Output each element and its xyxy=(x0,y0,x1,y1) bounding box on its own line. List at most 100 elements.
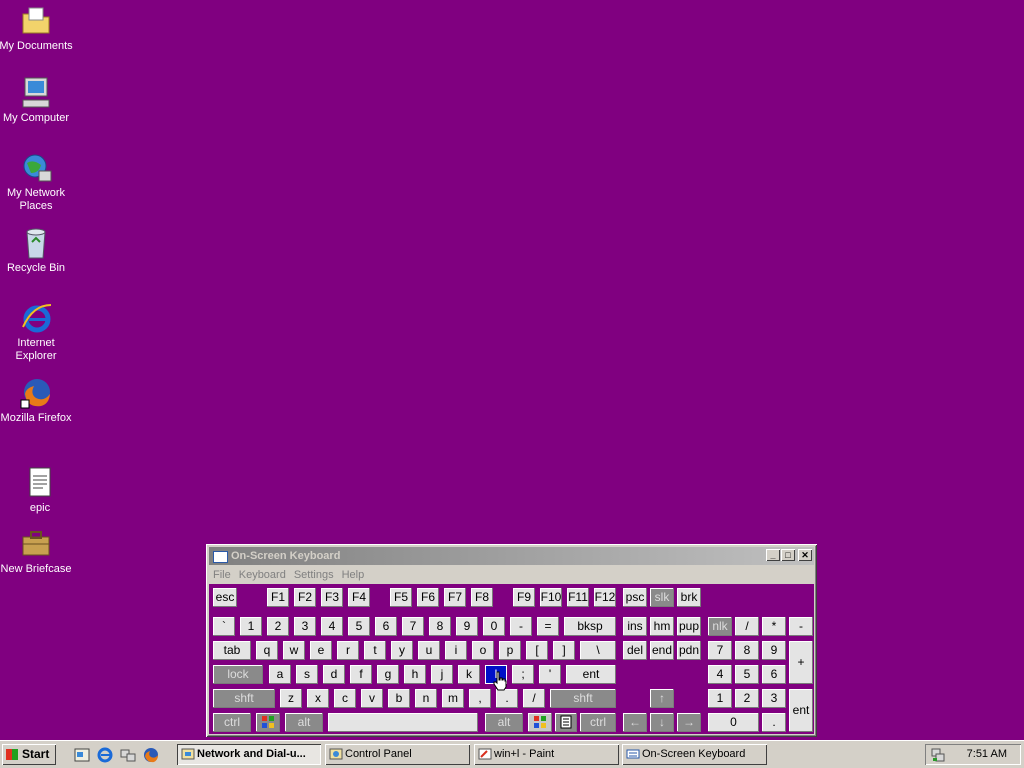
key-o[interactable]: o xyxy=(472,641,494,660)
key-8[interactable]: 8 xyxy=(429,617,451,636)
key-9[interactable]: 9 xyxy=(456,617,478,636)
key-num-4[interactable]: 4 xyxy=(708,665,732,684)
key-4[interactable]: 4 xyxy=(321,617,343,636)
taskbar-button-control-panel[interactable]: Control Panel xyxy=(325,744,470,765)
key-f11[interactable]: F11 xyxy=(567,588,589,607)
key-backslash[interactable]: \ xyxy=(580,641,616,660)
key-enter[interactable]: ent xyxy=(566,665,616,684)
window-titlebar[interactable]: On-Screen Keyboard _ □ ✕ xyxy=(209,547,814,565)
key-num-add[interactable]: + xyxy=(789,641,813,684)
key-u[interactable]: u xyxy=(418,641,440,660)
key-num-8[interactable]: 8 xyxy=(735,641,759,660)
key-m[interactable]: m xyxy=(442,689,464,708)
menu-file[interactable]: File xyxy=(209,566,235,584)
key-num-6[interactable]: 6 xyxy=(762,665,786,684)
close-button[interactable]: ✕ xyxy=(798,549,812,561)
key-backtick[interactable]: ` xyxy=(213,617,235,636)
key-brk[interactable]: brk xyxy=(677,588,701,607)
key-1[interactable]: 1 xyxy=(240,617,262,636)
key-num-9[interactable]: 9 xyxy=(762,641,786,660)
key-e[interactable]: e xyxy=(310,641,332,660)
key-w[interactable]: w xyxy=(283,641,305,660)
key-windows[interactable] xyxy=(256,713,280,732)
key-s[interactable]: s xyxy=(296,665,318,684)
key-esc[interactable]: esc xyxy=(213,588,237,607)
key-f3[interactable]: F3 xyxy=(321,588,343,607)
key-b[interactable]: b xyxy=(388,689,410,708)
key-open-bracket[interactable]: [ xyxy=(526,641,548,660)
key-0[interactable]: 0 xyxy=(483,617,505,636)
key-y[interactable]: y xyxy=(391,641,413,660)
key-caps-lock[interactable]: lock xyxy=(213,665,263,684)
key-j[interactable]: j xyxy=(431,665,453,684)
key-g[interactable]: g xyxy=(377,665,399,684)
start-button[interactable]: Start xyxy=(2,744,56,765)
show-desktop-icon[interactable] xyxy=(74,747,90,763)
key-num-7[interactable]: 7 xyxy=(708,641,732,660)
ie-quicklaunch-icon[interactable] xyxy=(97,747,113,763)
key-comma[interactable]: , xyxy=(469,689,491,708)
key-right-arrow[interactable]: → xyxy=(677,713,701,732)
key-num-subtract[interactable]: - xyxy=(789,617,813,636)
key-equals[interactable]: = xyxy=(537,617,559,636)
key-f9[interactable]: F9 xyxy=(513,588,535,607)
key-left-arrow[interactable]: ← xyxy=(623,713,647,732)
key-end[interactable]: end xyxy=(650,641,674,660)
key-c[interactable]: c xyxy=(334,689,356,708)
desktop-icon-internet-explorer[interactable]: Internet Explorer xyxy=(0,301,74,363)
key-bksp[interactable]: bksp xyxy=(564,617,616,636)
key-num-2[interactable]: 2 xyxy=(735,689,759,708)
key-tab[interactable]: tab xyxy=(213,641,251,660)
key-f1[interactable]: F1 xyxy=(267,588,289,607)
key-3[interactable]: 3 xyxy=(294,617,316,636)
key-f7[interactable]: F7 xyxy=(444,588,466,607)
key-t[interactable]: t xyxy=(364,641,386,660)
key-hm[interactable]: hm xyxy=(650,617,674,636)
key-num-1[interactable]: 1 xyxy=(708,689,732,708)
key-pdn[interactable]: pdn xyxy=(677,641,701,660)
key-2[interactable]: 2 xyxy=(267,617,289,636)
key-k[interactable]: k xyxy=(458,665,480,684)
clock[interactable]: 7:51 AM xyxy=(967,744,1007,765)
desktop-icon-my-documents[interactable]: My Documents xyxy=(0,4,74,53)
key-quote[interactable]: ' xyxy=(539,665,561,684)
key-f8[interactable]: F8 xyxy=(471,588,493,607)
taskbar-button-network[interactable]: Network and Dial-u... xyxy=(177,744,321,765)
desktop-icon-new-briefcase[interactable]: New Briefcase xyxy=(0,527,74,576)
key-slash[interactable]: / xyxy=(523,689,545,708)
taskbar-button-paint[interactable]: win+l - Paint xyxy=(474,744,619,765)
key-menu[interactable] xyxy=(555,713,577,732)
key-v[interactable]: v xyxy=(361,689,383,708)
desktop-icon-epic[interactable]: epic xyxy=(2,466,78,515)
key-period[interactable]: . xyxy=(496,689,518,708)
key-num-0[interactable]: 0 xyxy=(708,713,759,732)
key-7[interactable]: 7 xyxy=(402,617,424,636)
key-nlk[interactable]: nlk xyxy=(708,617,732,636)
network-quicklaunch-icon[interactable] xyxy=(120,747,136,763)
key-i[interactable]: i xyxy=(445,641,467,660)
key-pup[interactable]: pup xyxy=(677,617,701,636)
menu-help[interactable]: Help xyxy=(338,566,369,584)
key-f2[interactable]: F2 xyxy=(294,588,316,607)
key-q[interactable]: q xyxy=(256,641,278,660)
menu-keyboard[interactable]: Keyboard xyxy=(235,566,290,584)
key-num-divide[interactable]: / xyxy=(735,617,759,636)
key-del[interactable]: del xyxy=(623,641,647,660)
key-right-alt[interactable]: alt xyxy=(485,713,523,732)
desktop-icon-recycle-bin[interactable]: Recycle Bin xyxy=(0,226,74,275)
key-up-arrow[interactable]: ↑ xyxy=(650,689,674,708)
desktop-icon-my-network-places[interactable]: My Network Places xyxy=(0,151,74,213)
key-psc[interactable]: psc xyxy=(623,588,647,607)
key-num-3[interactable]: 3 xyxy=(762,689,786,708)
key-windows-right[interactable] xyxy=(528,713,552,732)
firefox-quicklaunch-icon[interactable] xyxy=(143,747,159,763)
key-f5[interactable]: F5 xyxy=(390,588,412,607)
key-r[interactable]: r xyxy=(337,641,359,660)
key-close-bracket[interactable]: ] xyxy=(553,641,575,660)
key-ins[interactable]: ins xyxy=(623,617,647,636)
taskbar-button-on-screen-keyboard[interactable]: On-Screen Keyboard xyxy=(622,744,767,765)
key-num-5[interactable]: 5 xyxy=(735,665,759,684)
key-left-shift[interactable]: shft xyxy=(213,689,275,708)
key-f10[interactable]: F10 xyxy=(540,588,562,607)
key-num-multiply[interactable]: * xyxy=(762,617,786,636)
